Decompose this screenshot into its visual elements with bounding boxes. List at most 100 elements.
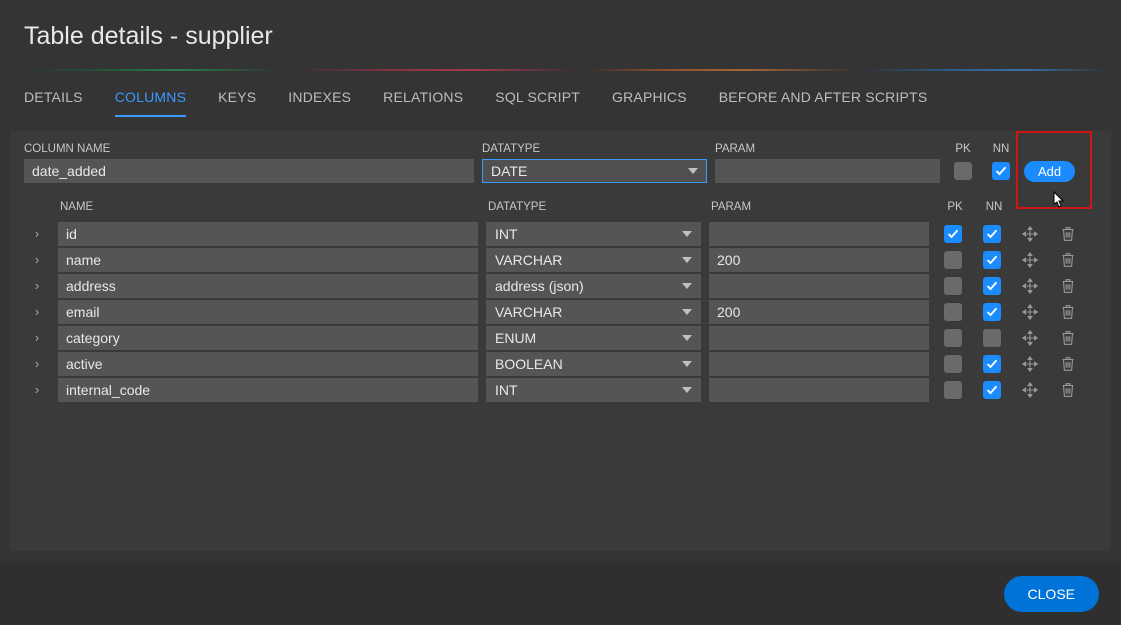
column-datatype-value: address (json) (495, 278, 682, 294)
header-datatype: DATATYPE (482, 143, 707, 155)
chevron-down-icon (682, 335, 692, 341)
column-datatype-select[interactable]: address (json) (486, 274, 701, 298)
column-datatype-select[interactable]: VARCHAR (486, 248, 701, 272)
tab-relations[interactable]: RELATIONS (383, 89, 463, 117)
expand-icon[interactable]: › (24, 356, 50, 371)
move-icon[interactable] (1020, 354, 1040, 374)
table-row: › VARCHAR (24, 247, 1097, 272)
tab-sql-script[interactable]: SQL SCRIPT (495, 89, 580, 117)
trash-icon[interactable] (1058, 354, 1078, 374)
column-pk-checkbox[interactable] (944, 225, 962, 243)
column-nn-checkbox[interactable] (983, 355, 1001, 373)
table-row: › ENUM (24, 325, 1097, 350)
new-column-datatype-select[interactable]: DATE (482, 159, 707, 183)
expand-icon[interactable]: › (24, 226, 50, 241)
column-pk-checkbox[interactable] (944, 277, 962, 295)
header-pk-list: PK (939, 201, 971, 213)
column-param-input[interactable] (709, 300, 929, 324)
trash-icon[interactable] (1058, 276, 1078, 296)
column-nn-checkbox[interactable] (983, 277, 1001, 295)
column-param-input[interactable] (709, 378, 929, 402)
chevron-down-icon (688, 168, 698, 174)
move-icon[interactable] (1020, 224, 1040, 244)
column-pk-checkbox[interactable] (944, 355, 962, 373)
column-name-input[interactable] (58, 352, 478, 376)
column-param-input[interactable] (709, 352, 929, 376)
header-nn-list: NN (979, 201, 1009, 213)
column-param-input[interactable] (709, 274, 929, 298)
move-icon[interactable] (1020, 328, 1040, 348)
trash-icon[interactable] (1058, 328, 1078, 348)
column-name-input[interactable] (58, 274, 478, 298)
new-column-name-input[interactable] (24, 159, 474, 183)
column-datatype-value: VARCHAR (495, 304, 682, 320)
column-datatype-select[interactable]: INT (486, 378, 701, 402)
columns-list-headers: NAME DATATYPE PARAM PK NN (24, 201, 1097, 217)
column-datatype-value: INT (495, 382, 682, 398)
column-nn-checkbox[interactable] (983, 303, 1001, 321)
header-pk: PK (948, 143, 978, 155)
tab-details[interactable]: DETAILS (24, 89, 83, 117)
column-pk-checkbox[interactable] (944, 303, 962, 321)
header-name: NAME (60, 201, 480, 213)
trash-icon[interactable] (1058, 250, 1078, 270)
tab-graphics[interactable]: GRAPHICS (612, 89, 687, 117)
column-nn-checkbox[interactable] (983, 329, 1001, 347)
column-param-input[interactable] (709, 222, 929, 246)
column-name-input[interactable] (58, 378, 478, 402)
column-datatype-select[interactable]: ENUM (486, 326, 701, 350)
column-param-input[interactable] (709, 248, 929, 272)
tab-indexes[interactable]: INDEXES (288, 89, 351, 117)
header-param-list: PARAM (711, 201, 931, 213)
chevron-down-icon (682, 257, 692, 263)
move-icon[interactable] (1020, 250, 1040, 270)
column-datatype-value: ENUM (495, 330, 682, 346)
column-pk-checkbox[interactable] (944, 329, 962, 347)
accent-divider (10, 69, 1111, 71)
add-button[interactable]: Add (1024, 161, 1075, 182)
trash-icon[interactable] (1058, 302, 1078, 322)
close-button[interactable]: CLOSE (1004, 576, 1099, 612)
chevron-down-icon (682, 309, 692, 315)
table-row: › INT (24, 377, 1097, 402)
column-datatype-value: VARCHAR (495, 252, 682, 268)
table-row: › address (json) (24, 273, 1097, 298)
trash-icon[interactable] (1058, 224, 1078, 244)
new-column-pk-checkbox[interactable] (954, 162, 972, 180)
header-column-name: COLUMN NAME (24, 143, 474, 155)
column-pk-checkbox[interactable] (944, 381, 962, 399)
column-nn-checkbox[interactable] (983, 251, 1001, 269)
expand-icon[interactable]: › (24, 252, 50, 267)
move-icon[interactable] (1020, 276, 1040, 296)
new-column-nn-checkbox[interactable] (992, 162, 1010, 180)
move-icon[interactable] (1020, 380, 1040, 400)
tab-before-and-after-scripts[interactable]: BEFORE AND AFTER SCRIPTS (719, 89, 928, 117)
tab-columns[interactable]: COLUMNS (115, 89, 186, 117)
header-nn: NN (986, 143, 1016, 155)
column-pk-checkbox[interactable] (944, 251, 962, 269)
column-datatype-select[interactable]: INT (486, 222, 701, 246)
expand-icon[interactable]: › (24, 382, 50, 397)
column-nn-checkbox[interactable] (983, 225, 1001, 243)
table-row: › VARCHAR (24, 299, 1097, 324)
tab-keys[interactable]: KEYS (218, 89, 256, 117)
column-name-input[interactable] (58, 222, 478, 246)
expand-icon[interactable]: › (24, 304, 50, 319)
expand-icon[interactable]: › (24, 330, 50, 345)
expand-icon[interactable]: › (24, 278, 50, 293)
column-name-input[interactable] (58, 248, 478, 272)
new-column-row: DATE Add (24, 159, 1097, 183)
column-nn-checkbox[interactable] (983, 381, 1001, 399)
new-column-param-input[interactable] (715, 159, 940, 183)
column-datatype-select[interactable]: VARCHAR (486, 300, 701, 324)
trash-icon[interactable] (1058, 380, 1078, 400)
column-name-input[interactable] (58, 326, 478, 350)
columns-panel: COLUMN NAME DATATYPE PARAM PK NN DATE Ad… (10, 131, 1111, 551)
chevron-down-icon (682, 361, 692, 367)
column-datatype-select[interactable]: BOOLEAN (486, 352, 701, 376)
move-icon[interactable] (1020, 302, 1040, 322)
new-column-headers: COLUMN NAME DATATYPE PARAM PK NN (24, 143, 1097, 159)
column-datatype-value: INT (495, 226, 682, 242)
column-name-input[interactable] (58, 300, 478, 324)
column-param-input[interactable] (709, 326, 929, 350)
